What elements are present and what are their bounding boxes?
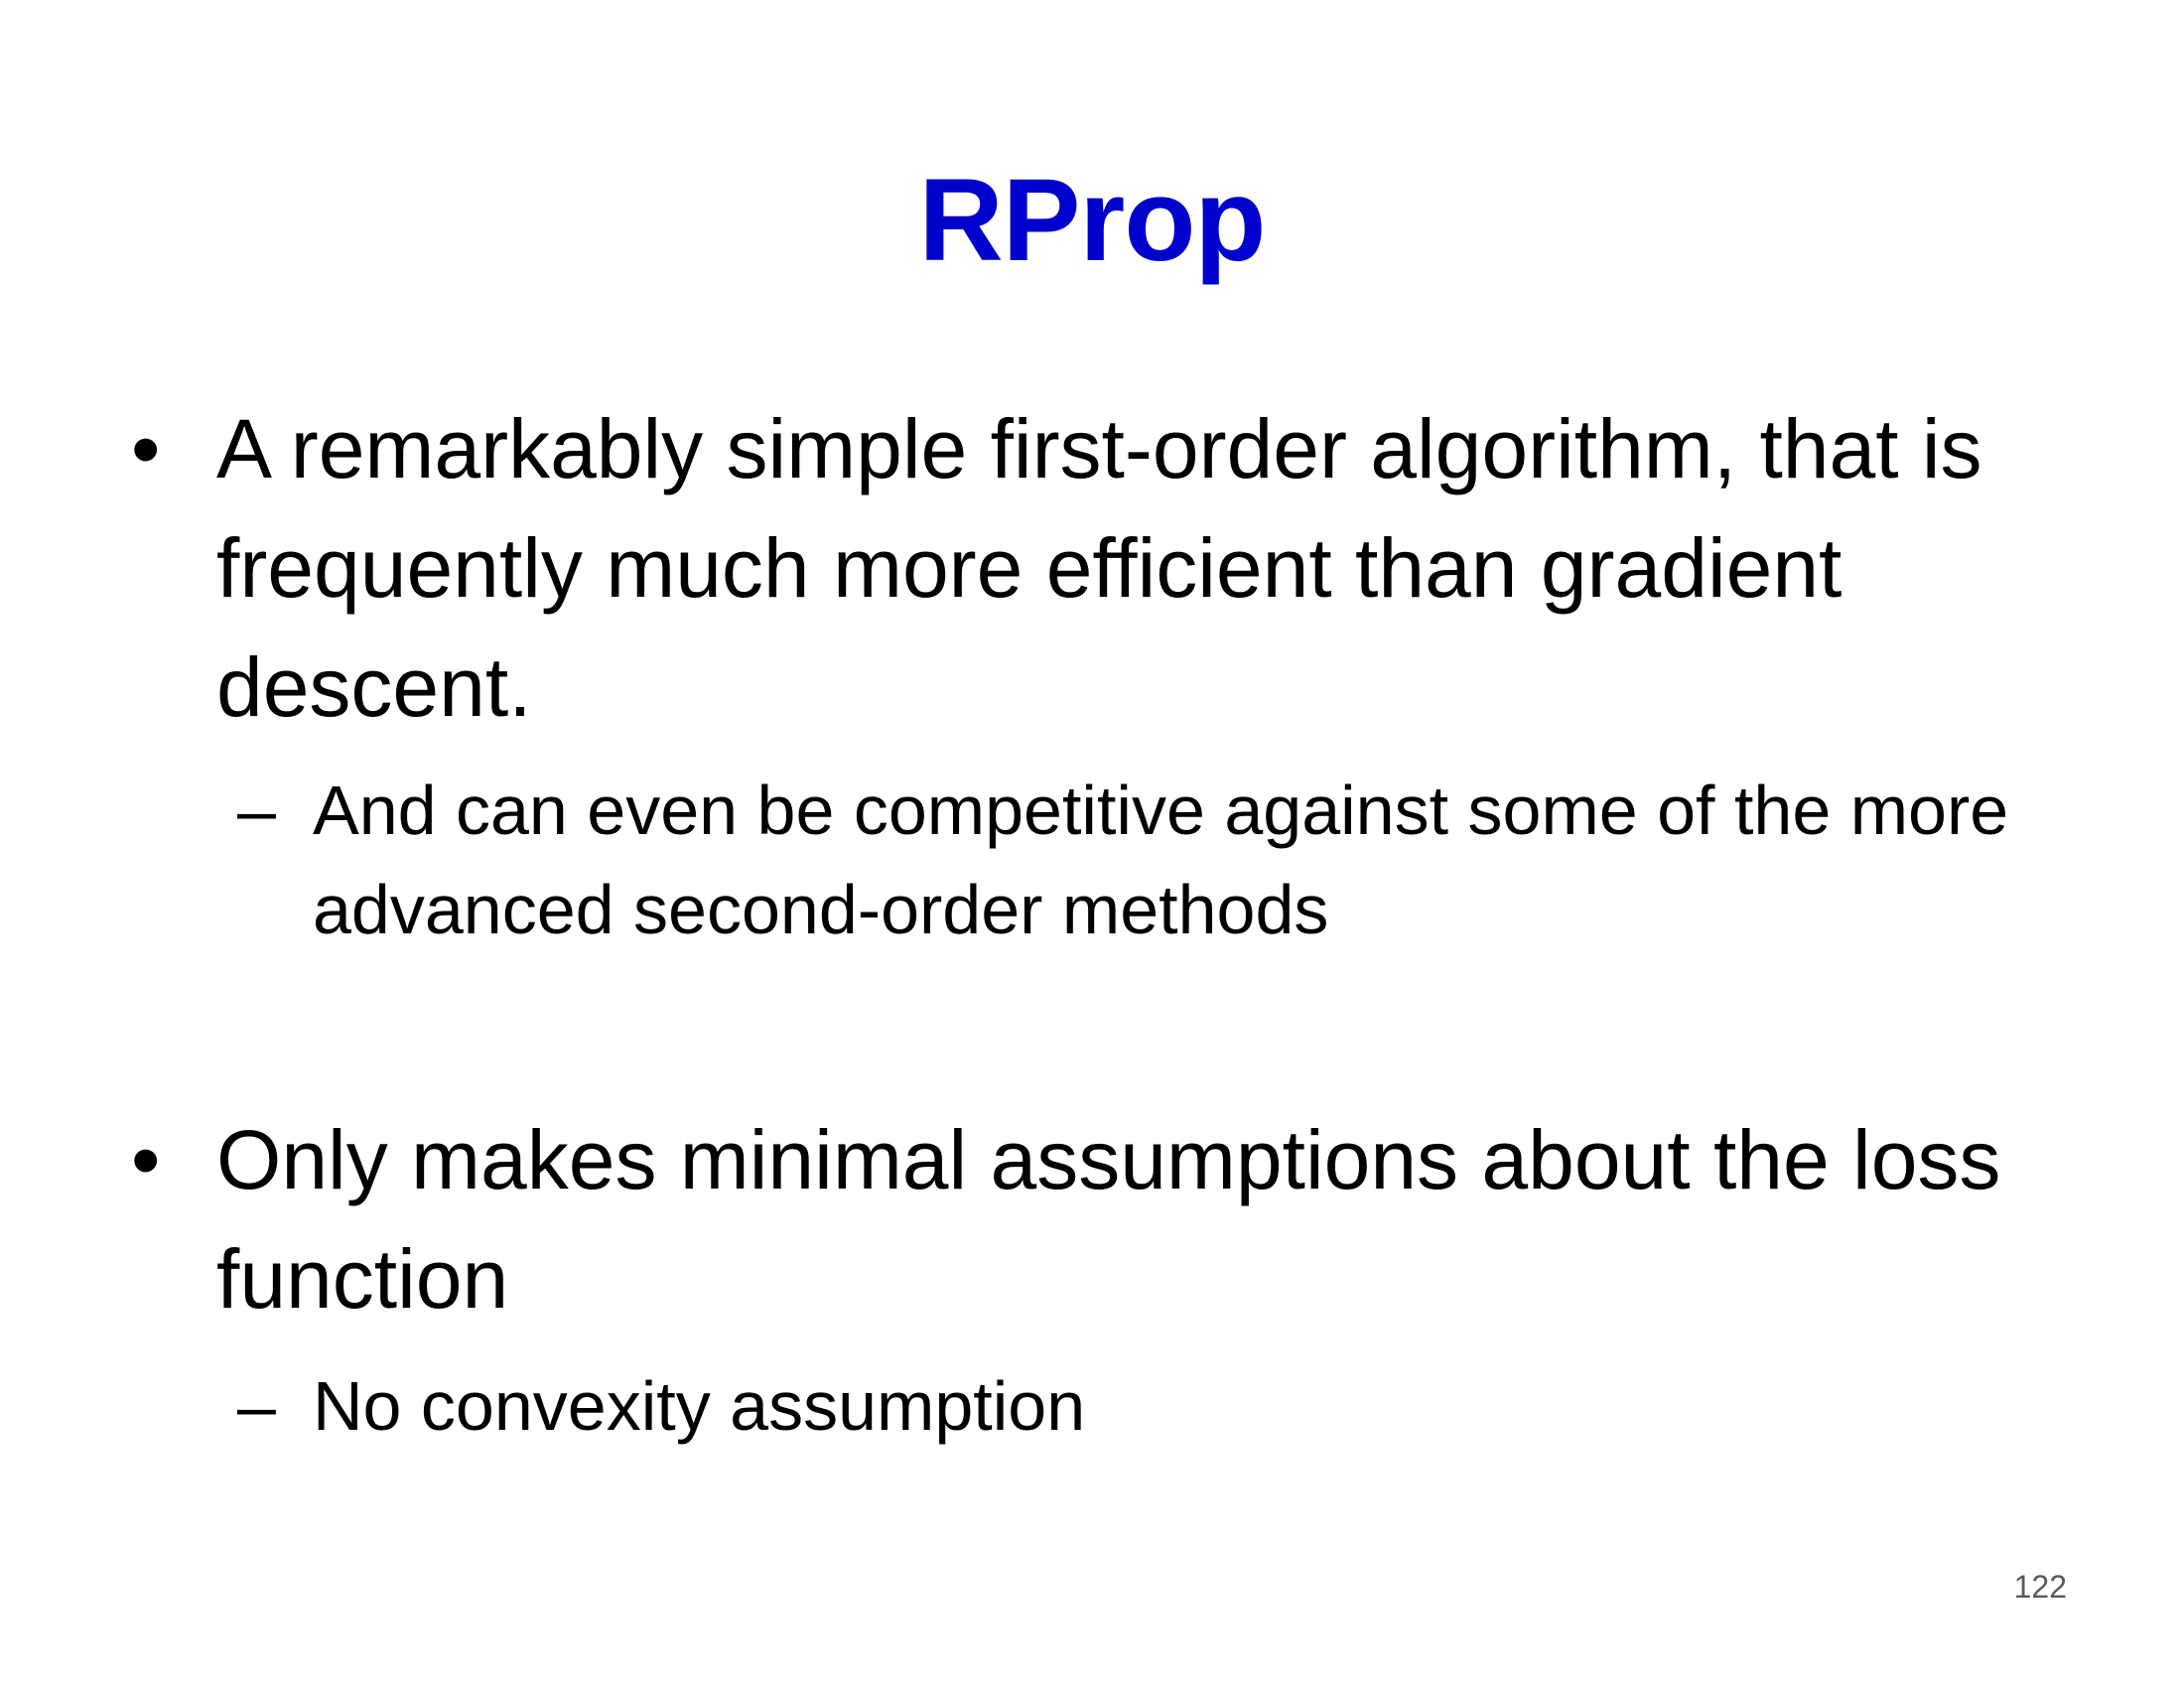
- slide: RProp • A remarkably simple first-order …: [0, 0, 2184, 1688]
- sub-bullet-text: And can even be competitive against some…: [313, 772, 2009, 948]
- bullet-item-2: • Only makes minimal assumptions about t…: [131, 1100, 2053, 1338]
- slide-title: RProp: [918, 155, 1267, 286]
- sub-bullet-marker: –: [237, 772, 276, 849]
- bullet-marker: •: [131, 1113, 161, 1206]
- sub-bullet-item-1: – And can even be competitive against so…: [237, 761, 2100, 959]
- sub-bullet-item-2: – No convexity assumption: [237, 1356, 2100, 1456]
- sub-bullet-marker: –: [237, 1367, 276, 1445]
- bullet-marker: •: [131, 402, 161, 495]
- bullet-text: Only makes minimal assumptions about the…: [216, 1113, 2001, 1326]
- sub-bullet-text: No convexity assumption: [313, 1367, 1086, 1445]
- bullet-text: A remarkably simple first-order algorith…: [216, 402, 1982, 734]
- bullet-item-1: • A remarkably simple first-order algori…: [131, 389, 2053, 747]
- page-number: 122: [2013, 1569, 2067, 1605]
